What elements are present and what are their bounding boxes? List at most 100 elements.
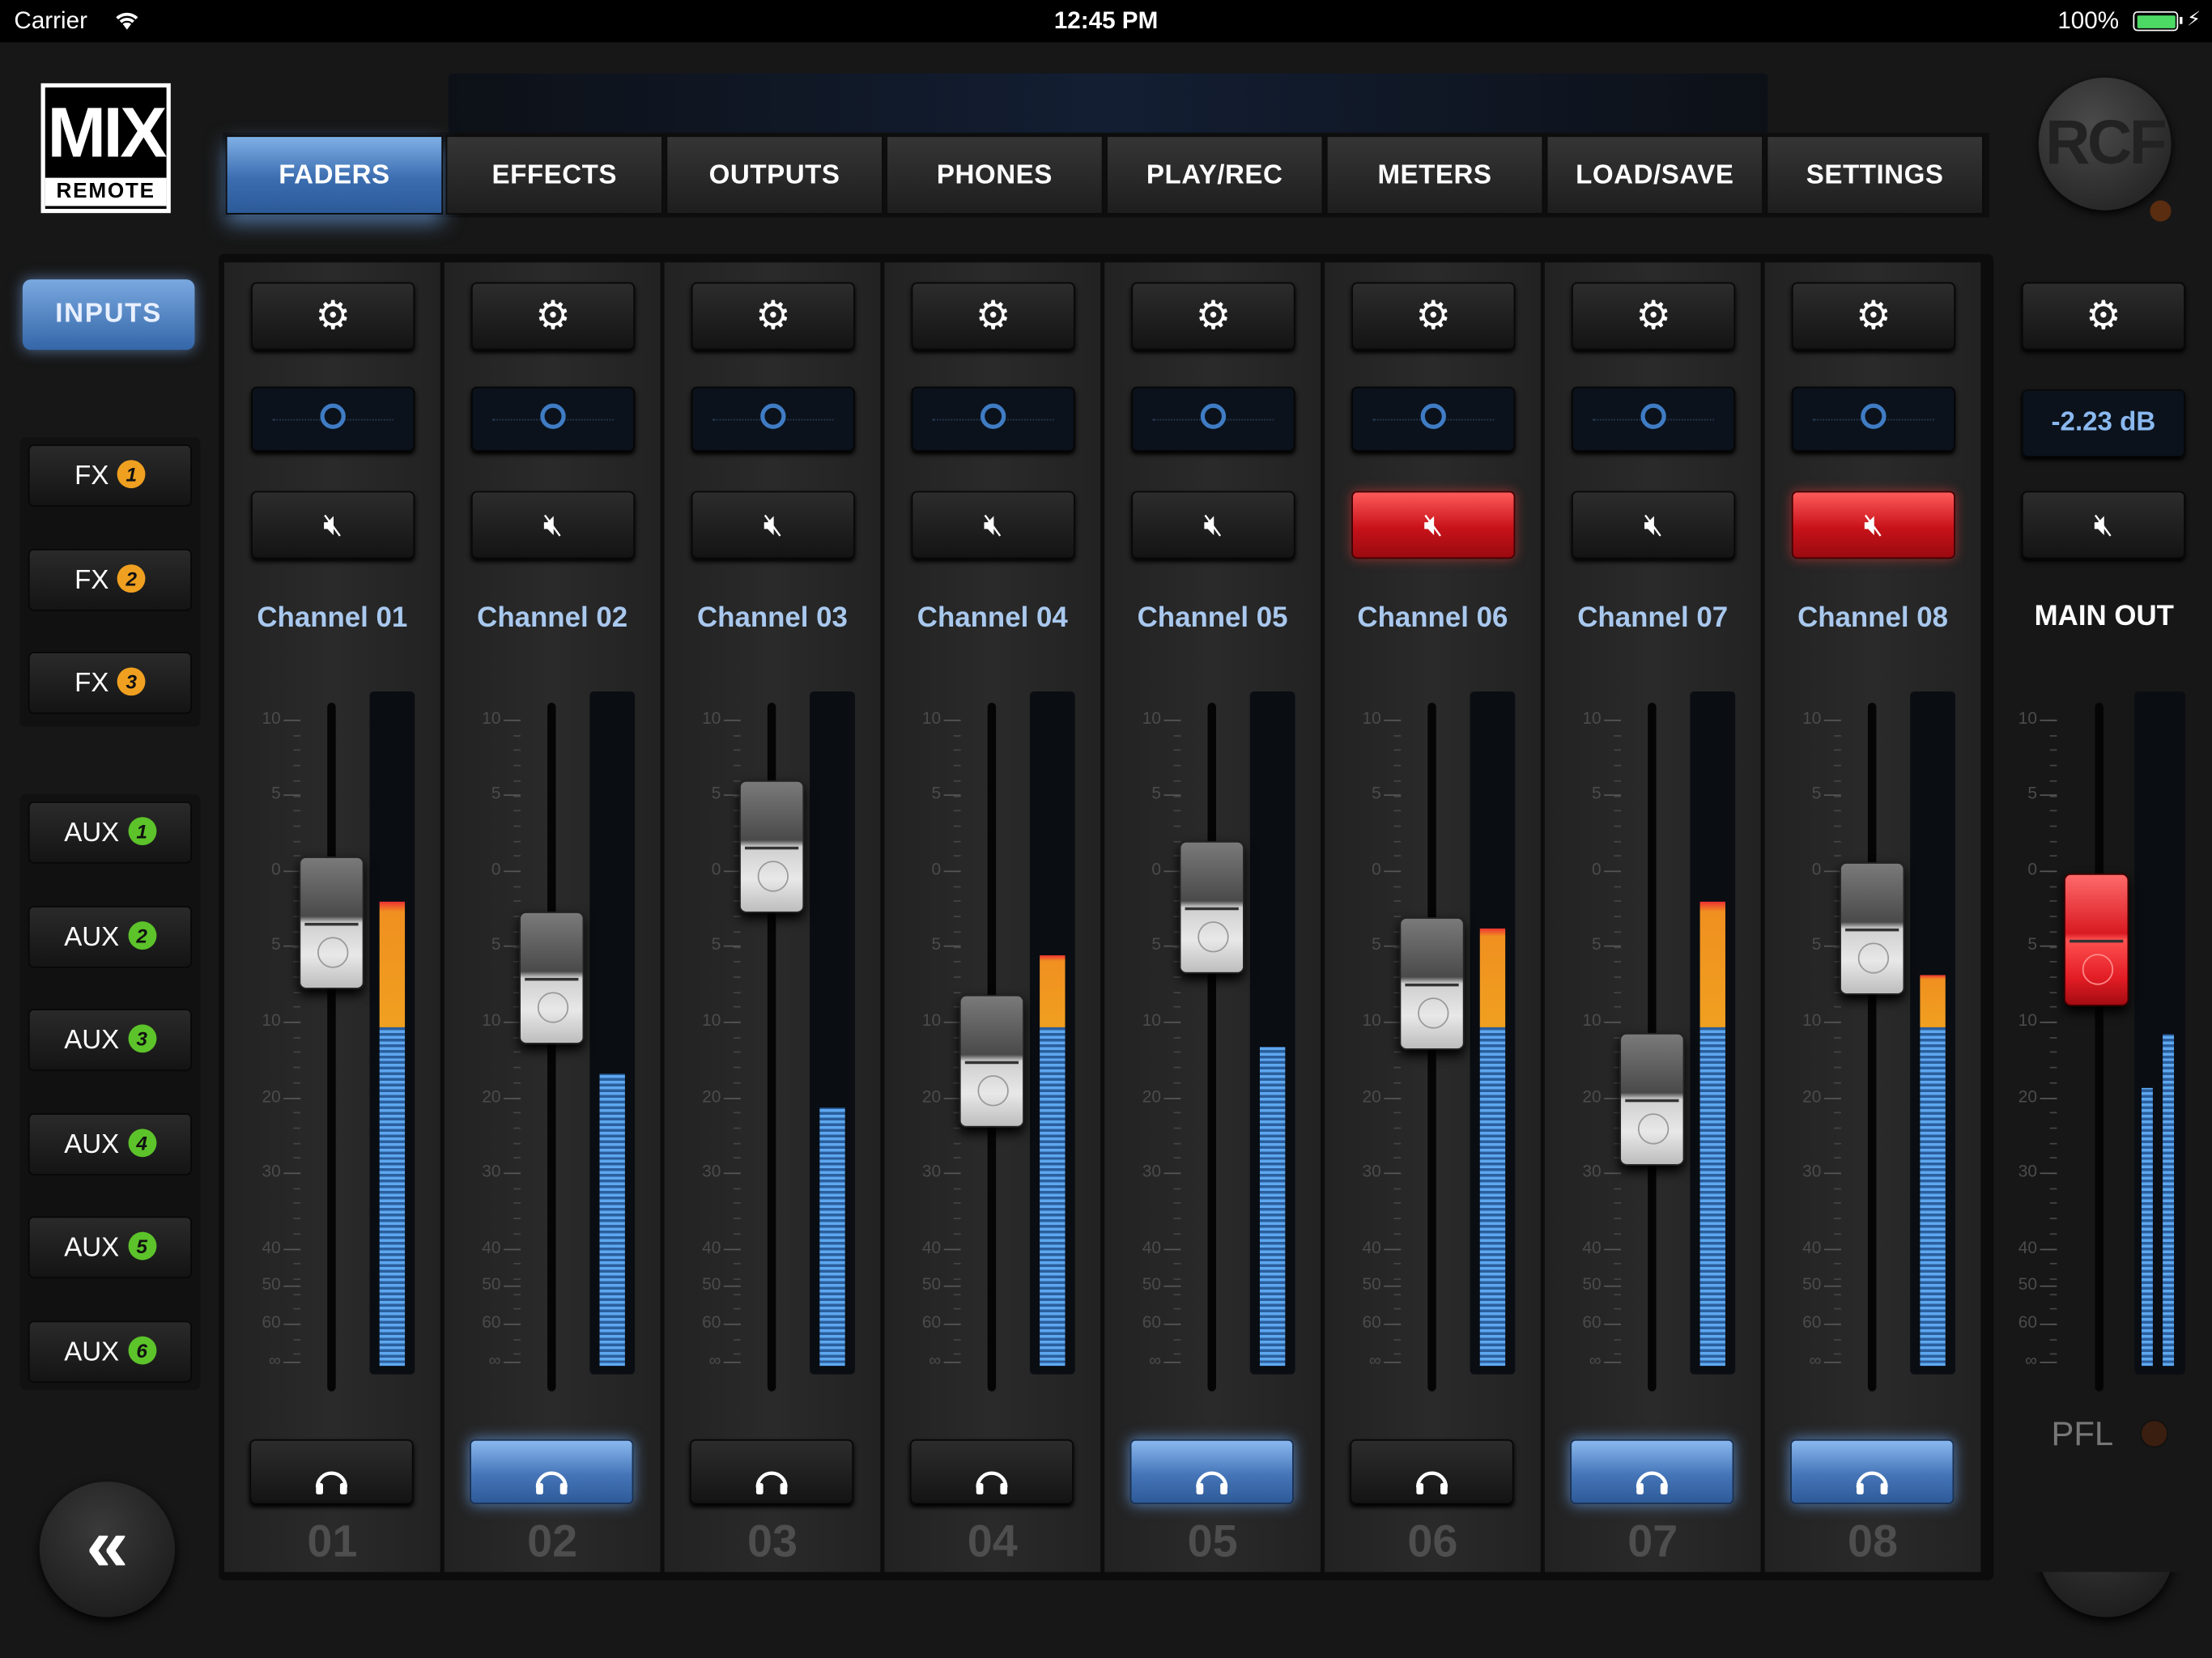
mute-button[interactable]: 🔇︎ [1791, 491, 1955, 559]
channel-fader[interactable] [1399, 917, 1465, 1050]
channel-fader[interactable] [299, 857, 364, 990]
fx-3-button[interactable]: FX 3 [28, 652, 192, 714]
channel-settings-button[interactable]: ⚙ [1791, 282, 1955, 351]
aux-2-button[interactable]: AUX 2 [28, 905, 192, 967]
channel-settings-button[interactable]: ⚙ [1131, 282, 1295, 351]
pan-control[interactable] [1572, 386, 1736, 452]
status-bar: Carrier 12:45 PM 100% ⚡ [0, 0, 2212, 43]
aux-number-badge: 4 [127, 1128, 156, 1157]
scale-label: 5 [491, 783, 501, 803]
pfl-button[interactable] [909, 1439, 1074, 1505]
scale-tick [953, 1202, 961, 1205]
fx-1-button[interactable]: FX 1 [28, 444, 192, 507]
aux-3-button[interactable]: AUX 3 [28, 1009, 192, 1071]
scale-tick [293, 1112, 301, 1114]
tab-effects[interactable]: EFFECTS [445, 135, 663, 215]
tab-outputs[interactable]: OUTPUTS [666, 135, 883, 215]
pan-control[interactable] [251, 386, 415, 452]
pan-control[interactable] [911, 386, 1075, 452]
scale-label: 50 [1802, 1273, 1822, 1295]
tab-phones[interactable]: PHONES [886, 135, 1104, 215]
pfl-button[interactable] [249, 1439, 414, 1505]
meter-level-blue [379, 1027, 406, 1367]
prev-page-button[interactable]: « [39, 1482, 176, 1618]
pfl-button[interactable] [690, 1439, 854, 1505]
scale-tick [734, 1202, 741, 1205]
scale-label: ∞ [1809, 1350, 1822, 1371]
main-out-db-readout: -2.23 dB [2021, 389, 2185, 457]
scale-major-tick [1163, 945, 1181, 947]
pfl-button[interactable] [1570, 1439, 1734, 1505]
scale-label: 5 [1372, 933, 1381, 954]
scale-tick [513, 1308, 521, 1311]
aux-6-button[interactable]: AUX 6 [28, 1320, 192, 1383]
aux-1-button[interactable]: AUX 1 [28, 801, 192, 864]
speaker-mute-icon: 🔇︎ [1644, 506, 1664, 542]
scale-tick [1834, 1354, 1841, 1355]
scale-tick [1173, 1052, 1181, 1053]
scale-major-tick [1163, 794, 1181, 797]
scale-tick [293, 1263, 301, 1265]
mute-button[interactable]: 🔇︎ [1351, 491, 1516, 559]
pan-control[interactable] [1791, 386, 1955, 452]
scale-tick [1173, 1293, 1181, 1295]
inputs-button[interactable]: INPUTS [22, 279, 195, 351]
scale-major-tick [2040, 1172, 2057, 1175]
tab-faders[interactable]: FADERS [225, 135, 444, 215]
scale-major-tick [1604, 1361, 1622, 1363]
scale-major-tick [1384, 1021, 1402, 1023]
mute-button[interactable]: 🔇︎ [691, 491, 855, 559]
mute-button[interactable]: 🔇︎ [1572, 491, 1736, 559]
pfl-button[interactable] [1129, 1439, 1294, 1505]
mute-button[interactable]: 🔇︎ [470, 491, 636, 559]
channel-fader[interactable] [1179, 840, 1244, 973]
gear-icon: ⚙ [755, 293, 791, 338]
pan-control[interactable] [1131, 386, 1295, 452]
fader-knob-line [1405, 984, 1459, 987]
tab-settings[interactable]: SETTINGS [1766, 135, 1984, 215]
pfl-button[interactable] [1790, 1439, 1955, 1505]
main-out-mute-button[interactable]: 🔇︎ [2021, 491, 2185, 559]
channel-settings-button[interactable]: ⚙ [470, 282, 636, 351]
channel-settings-button[interactable]: ⚙ [691, 282, 855, 351]
level-meter [1029, 691, 1075, 1375]
pan-control[interactable] [470, 386, 636, 452]
scale-label: ∞ [1149, 1350, 1161, 1371]
pfl-button[interactable] [1350, 1439, 1514, 1505]
channel-settings-button[interactable]: ⚙ [251, 282, 415, 351]
scale-tick [2049, 825, 2057, 827]
mute-button[interactable]: 🔇︎ [251, 491, 415, 559]
channel-fader[interactable] [959, 994, 1024, 1128]
scale-label: 30 [1362, 1161, 1381, 1181]
tab-load-save[interactable]: LOAD/SAVE [1546, 135, 1763, 215]
pfl-button[interactable] [470, 1439, 634, 1505]
scale-major-tick [943, 1285, 961, 1287]
tab-meters[interactable]: METERS [1325, 135, 1544, 215]
tab-play-rec[interactable]: PLAY/REC [1106, 135, 1324, 215]
channel-fader[interactable] [1840, 862, 1905, 995]
fx-2-button[interactable]: FX 2 [28, 548, 192, 610]
mute-button[interactable]: 🔇︎ [1131, 491, 1295, 559]
scale-major-tick [943, 945, 961, 947]
channel-fader[interactable] [1619, 1032, 1685, 1166]
scale-tick [513, 764, 521, 767]
channel-settings-button[interactable]: ⚙ [911, 282, 1075, 351]
pan-control[interactable] [691, 386, 855, 452]
channel-fader[interactable] [519, 912, 585, 1045]
scale-label: 20 [1582, 1086, 1602, 1107]
pan-control[interactable] [1351, 386, 1516, 452]
channel-fader[interactable] [739, 780, 805, 913]
main-out-fader[interactable] [2064, 873, 2129, 1006]
main-out-settings-button[interactable]: ⚙ [2021, 282, 2185, 351]
aux-5-button[interactable]: AUX 5 [28, 1216, 192, 1279]
mute-button[interactable]: 🔇︎ [911, 491, 1075, 559]
scale-tick [953, 900, 961, 903]
scale-tick [734, 1036, 741, 1039]
scale-tick [1173, 825, 1181, 827]
scale-tick [734, 1293, 741, 1295]
channel-settings-button[interactable]: ⚙ [1351, 282, 1516, 351]
scale-tick [1614, 1354, 1622, 1355]
scale-tick [1834, 1188, 1841, 1189]
channel-settings-button[interactable]: ⚙ [1572, 282, 1736, 351]
aux-4-button[interactable]: AUX 4 [28, 1112, 192, 1175]
